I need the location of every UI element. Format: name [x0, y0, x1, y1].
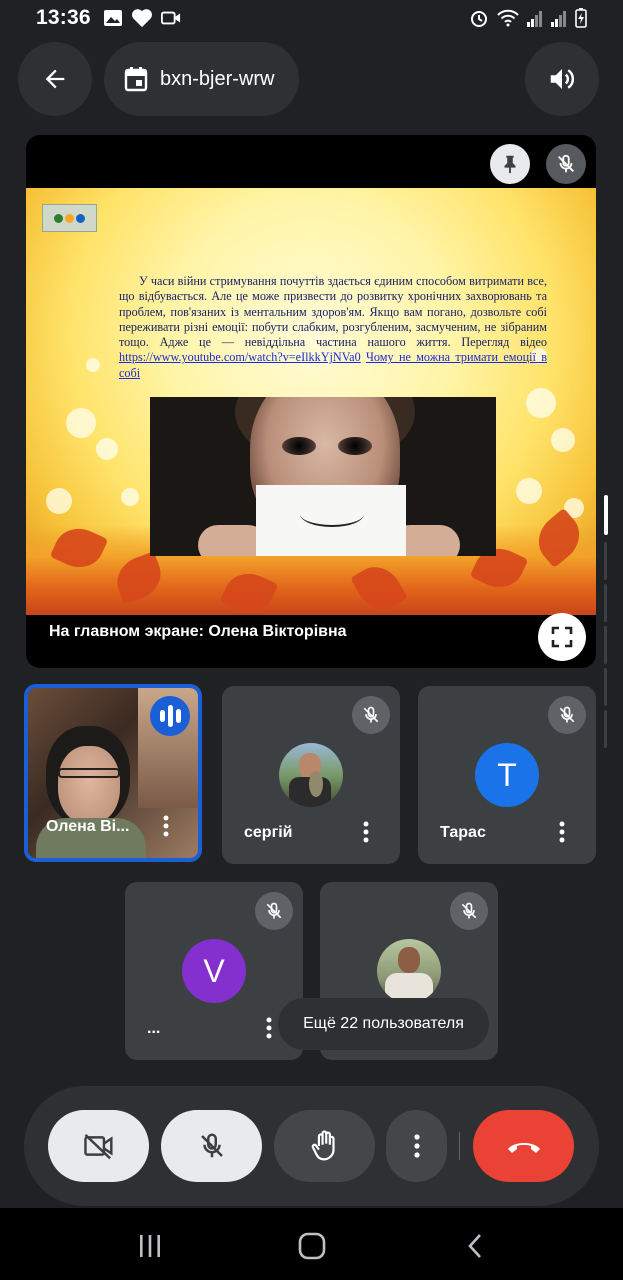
presenter-mic-off-indicator: [546, 144, 586, 184]
participant-more-button[interactable]: [154, 812, 178, 840]
camera-toggle-button[interactable]: [48, 1110, 149, 1182]
mic-off-indicator: [352, 696, 390, 734]
heart-icon: [131, 9, 152, 28]
bokeh-light: [96, 438, 118, 460]
participant-name: Тарас: [440, 824, 486, 841]
scroll-track-segment: [604, 626, 607, 664]
status-bar: 13:36: [0, 0, 623, 36]
more-vertical-icon: [266, 1017, 272, 1039]
hang-up-icon: [507, 1143, 540, 1153]
recent-apps-icon: [140, 1235, 160, 1257]
avatar: T: [475, 743, 539, 807]
scroll-track-segment: [604, 668, 607, 706]
more-vertical-icon: [559, 821, 565, 843]
bokeh-light: [66, 408, 96, 438]
avatar: V: [182, 939, 246, 1003]
participant-tile[interactable]: V ...: [125, 882, 303, 1060]
avatar: [377, 939, 441, 1003]
pin-icon: [504, 155, 516, 174]
wifi-icon: [497, 9, 519, 27]
navigation-bar: [0, 1208, 623, 1280]
more-vertical-icon: [163, 815, 169, 837]
recent-apps-button[interactable]: [130, 1226, 170, 1266]
mic-toggle-button[interactable]: [161, 1110, 262, 1182]
back-icon: [468, 1234, 481, 1258]
bokeh-light: [121, 488, 139, 506]
scroll-track-segment: [604, 584, 607, 622]
mic-off-icon: [363, 706, 379, 723]
participant-name: сергій: [244, 824, 293, 841]
mic-off-indicator: [548, 696, 586, 734]
scroll-track-segment: [604, 542, 607, 580]
mic-off-icon: [461, 902, 477, 919]
mic-off-indicator: [450, 892, 488, 930]
shared-slide: У часи війни стримування почуттів здаєть…: [26, 188, 596, 615]
slide-photo: [150, 397, 496, 556]
signal-icon: [527, 11, 542, 27]
home-button[interactable]: [292, 1226, 332, 1266]
bokeh-light: [526, 388, 556, 418]
raise-hand-icon: [311, 1130, 335, 1161]
presenter-caption: На главном экране: Олена Вікторівна: [49, 623, 347, 640]
participant-more-button[interactable]: [550, 818, 574, 846]
control-divider: [459, 1132, 460, 1160]
scroll-thumb[interactable]: [604, 495, 608, 535]
participant-tile[interactable]: сергій: [222, 686, 400, 864]
fullscreen-icon: [551, 626, 573, 648]
status-time: 13:36: [36, 6, 91, 29]
mic-off-icon: [266, 902, 282, 919]
more-vertical-icon: [363, 821, 369, 843]
bokeh-light: [551, 428, 575, 452]
video-icon: [160, 11, 180, 25]
bokeh-light: [86, 358, 100, 372]
more-options-button[interactable]: [386, 1110, 447, 1182]
speaking-indicator: [150, 696, 190, 736]
mic-off-icon: [200, 1133, 223, 1158]
participant-more-button[interactable]: [354, 818, 378, 846]
more-vertical-icon: [413, 1134, 420, 1158]
meeting-info-button[interactable]: bxn-bjer-wrw: [104, 42, 299, 116]
gallery-icon: [103, 10, 122, 26]
battery-charging-icon: [575, 8, 587, 28]
meeting-code: bxn-bjer-wrw: [160, 67, 275, 90]
speaker-button[interactable]: [525, 42, 599, 116]
arrow-left-icon: [45, 69, 65, 89]
signal-icon: [551, 11, 566, 27]
home-icon: [298, 1232, 326, 1260]
participant-tile[interactable]: Олена Ві...: [24, 684, 202, 862]
presentation-tile[interactable]: У часи війни стримування почуттів здаєть…: [26, 135, 596, 668]
slide-video-link[interactable]: https://www.youtube.com/watch?v=eIlkkYjN…: [119, 350, 361, 364]
slide-text: У часи війни стримування почуттів здаєть…: [119, 274, 547, 381]
bokeh-light: [516, 478, 542, 504]
nav-back-button[interactable]: [455, 1226, 495, 1266]
alarm-icon: [471, 11, 487, 27]
mic-off-indicator: [255, 892, 293, 930]
slide-logo: [42, 204, 97, 232]
camera-off-icon: [83, 1134, 113, 1160]
participant-name: Олена Ві...: [46, 818, 130, 835]
back-button[interactable]: [18, 42, 92, 116]
fullscreen-button[interactable]: [538, 613, 586, 661]
avatar: [279, 743, 343, 807]
call-controls: [24, 1086, 599, 1206]
mic-off-icon: [558, 154, 574, 173]
more-participants-button[interactable]: Ещё 22 пользователя: [278, 998, 489, 1050]
pin-button[interactable]: [490, 144, 530, 184]
slide-paragraph: У часи війни стримування почуттів здаєть…: [119, 274, 547, 350]
mic-off-icon: [559, 706, 575, 723]
scroll-track-segment: [604, 710, 607, 748]
hang-up-button[interactable]: [473, 1110, 574, 1182]
volume-icon: [550, 69, 575, 89]
participant-tile[interactable]: T Тарас: [418, 686, 596, 864]
calendar-icon: [124, 67, 148, 92]
participant-name: ...: [147, 1020, 161, 1037]
raise-hand-button[interactable]: [274, 1110, 375, 1182]
bokeh-light: [46, 488, 72, 514]
